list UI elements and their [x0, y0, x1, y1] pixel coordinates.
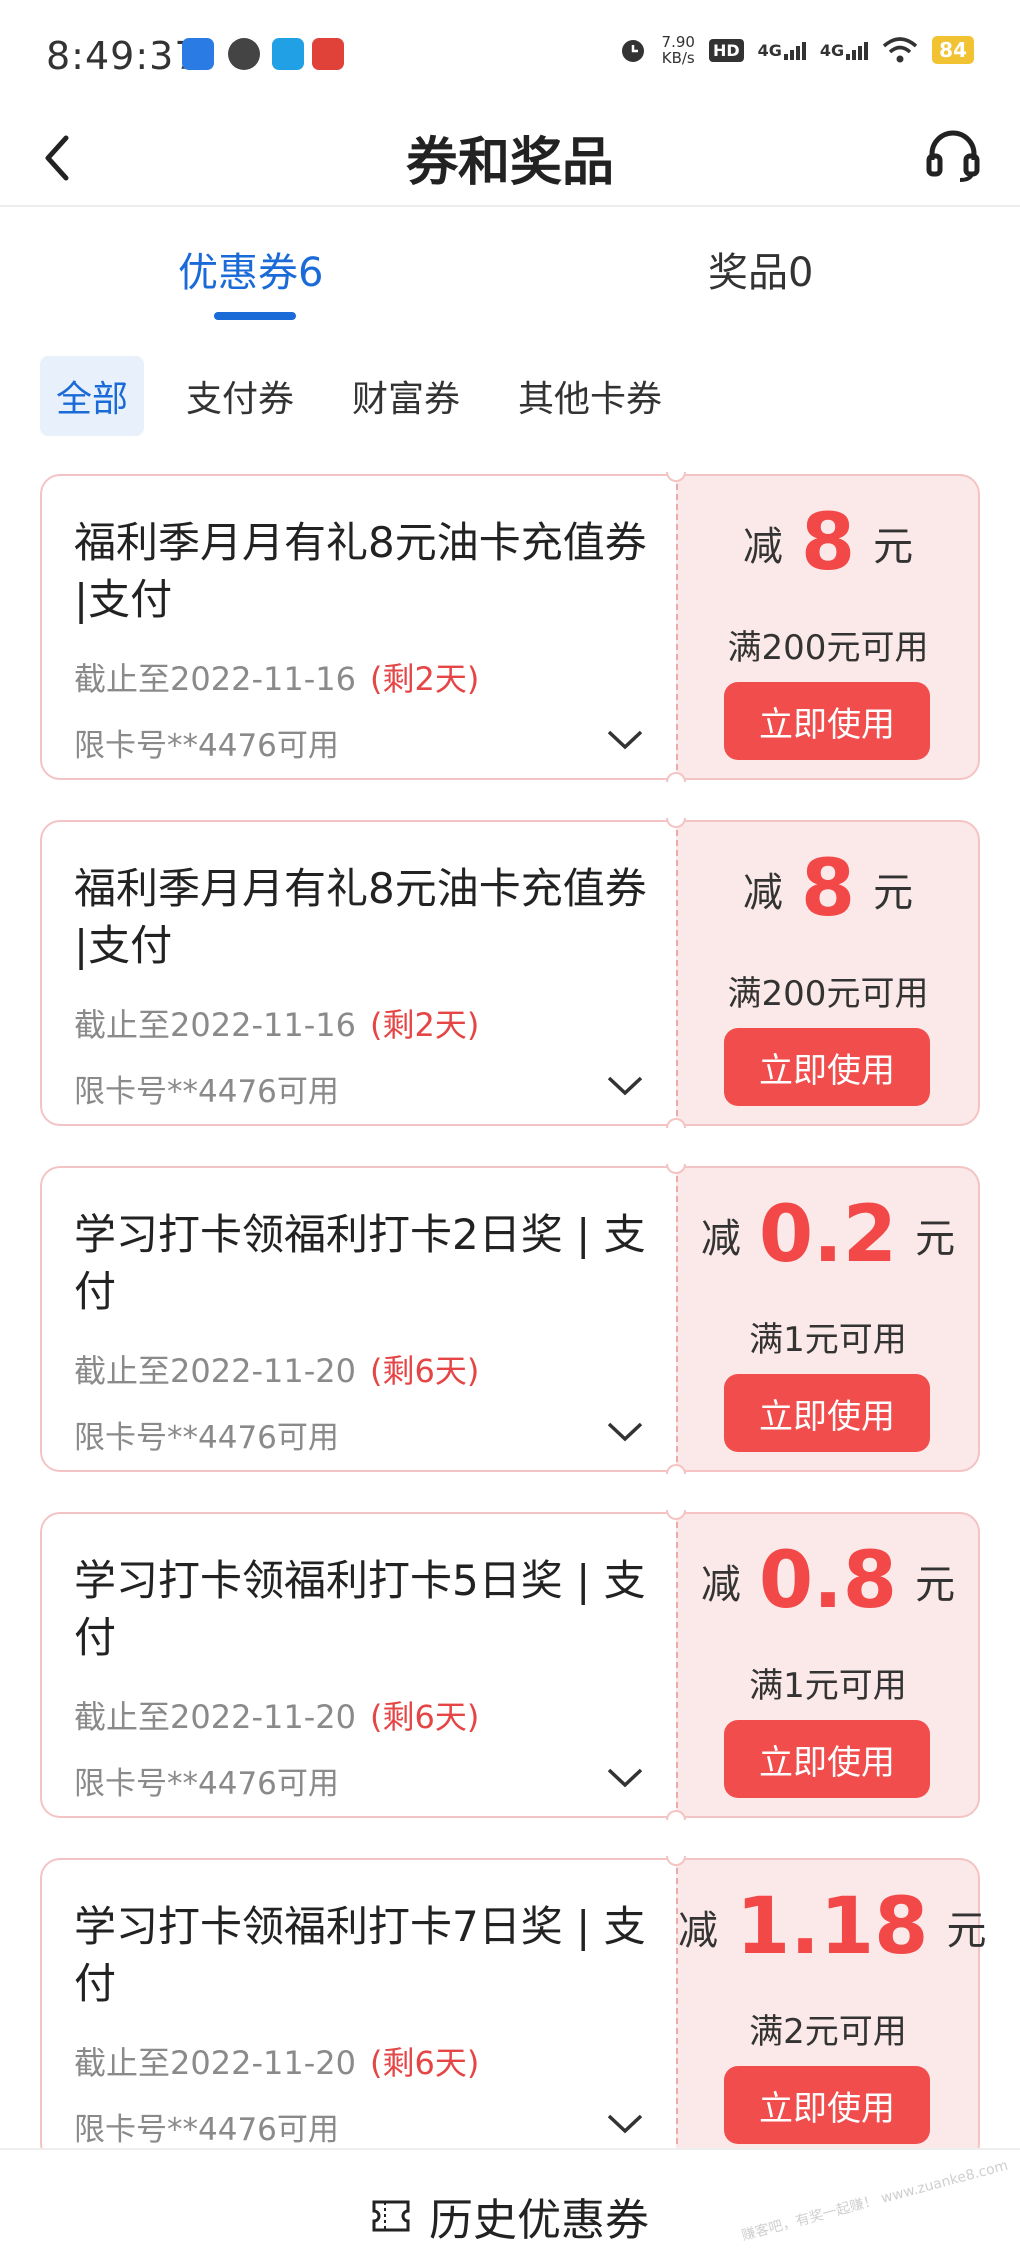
filter-all[interactable]: 全部	[40, 356, 145, 436]
headset-icon[interactable]	[924, 126, 982, 184]
coupon-expiry: 截止至2022-11-20 (剩6天)	[74, 1698, 480, 1736]
chevron-down-icon[interactable]	[606, 1420, 644, 1444]
coupon-remaining: (剩2天)	[369, 660, 480, 698]
chevron-down-icon[interactable]	[606, 1074, 644, 1098]
coupon-expiry: 截止至2022-11-16 (剩2天)	[74, 660, 480, 698]
app-icon-2	[228, 38, 260, 70]
coupon-amount: 减8元	[742, 844, 914, 934]
coupon-expiry: 截止至2022-11-20 (剩6天)	[74, 1352, 480, 1390]
alarm-icon	[621, 40, 644, 62]
coupon-amount: 减8元	[742, 498, 914, 588]
coupon-value: 减 0.8 元 满1元可用 立即使用	[676, 1512, 980, 1818]
use-now-button[interactable]: 立即使用	[724, 2066, 930, 2144]
coupon-title: 学习打卡领福利打卡7日奖 | 支付	[74, 1902, 646, 2008]
coupon-card: 福利季月月有礼8元油卡充值券 |支付 截止至2022-11-16 (剩2天) 限卡…	[40, 818, 980, 1128]
filter-other-cards[interactable]: 其他卡券	[502, 356, 678, 436]
coupon-expiry: 截止至2022-11-20 (剩6天)	[74, 2044, 480, 2082]
coupon-title: 学习打卡领福利打卡2日奖 | 支付	[74, 1210, 646, 1316]
coupon-value: 减 1.18 元 满2元可用 立即使用	[676, 1858, 987, 2164]
coupon-condition: 满2元可用	[749, 2012, 907, 2052]
coupon-title: 福利季月月有礼8元油卡充值券 |支付	[74, 864, 647, 970]
coupon-condition: 满1元可用	[749, 1320, 907, 1360]
signal-icon-2: 4G	[820, 40, 869, 60]
status-time: 8:49:37	[46, 34, 200, 78]
coupon-card: 学习打卡领福利打卡2日奖 | 支付 截止至2022-11-20 (剩6天) 限卡号…	[40, 1164, 980, 1474]
page-title: 券和奖品	[405, 133, 614, 193]
bottom-bar: 历史优惠券 赚客吧，有奖一起赚！ www.zuanke8.com	[0, 2148, 1020, 2267]
tab-prizes[interactable]: 奖品0	[708, 240, 813, 298]
coupon-info: 学习打卡领福利打卡7日奖 | 支付 截止至2022-11-20 (剩6天) 限卡号…	[40, 1858, 676, 2164]
coupon-card-limit: 限卡号**4476可用	[74, 1766, 339, 1802]
signal-icon-1: 4G	[758, 40, 806, 60]
coupon-condition: 满200元可用	[727, 974, 929, 1014]
coupon-card: 学习打卡领福利打卡5日奖 | 支付 截止至2022-11-20 (剩6天) 限卡号…	[40, 1510, 980, 1820]
chevron-down-icon[interactable]	[606, 1766, 644, 1790]
ticket-icon	[372, 2200, 410, 2232]
coupon-condition: 满200元可用	[727, 628, 929, 668]
coupon-info: 福利季月月有礼8元油卡充值券 |支付 截止至2022-11-16 (剩2天) 限卡…	[40, 820, 676, 1126]
coupon-condition: 满1元可用	[749, 1666, 907, 1706]
coupon-card-limit: 限卡号**4476可用	[74, 1420, 339, 1456]
coupon-card: 学习打卡领福利打卡7日奖 | 支付 截止至2022-11-20 (剩6天) 限卡号…	[40, 1856, 987, 2166]
coupon-title: 学习打卡领福利打卡5日奖 | 支付	[74, 1556, 646, 1662]
coupon-info: 学习打卡领福利打卡5日奖 | 支付 截止至2022-11-20 (剩6天) 限卡号…	[40, 1512, 676, 1818]
coupon-remaining: (剩6天)	[369, 1352, 480, 1390]
coupon-info: 学习打卡领福利打卡2日奖 | 支付 截止至2022-11-20 (剩6天) 限卡号…	[40, 1166, 676, 1472]
history-coupons-label: 历史优惠券	[429, 2195, 649, 2246]
battery-level: 84	[932, 36, 974, 64]
chevron-down-icon[interactable]	[606, 2112, 644, 2136]
coupon-title: 福利季月月有礼8元油卡充值券 |支付	[74, 518, 647, 624]
coupon-value: 减 0.2 元 满1元可用 立即使用	[676, 1166, 980, 1472]
filter-payment[interactable]: 支付券	[170, 356, 310, 436]
tab-indicator	[214, 312, 296, 320]
hd-badge: HD	[708, 38, 744, 62]
coupon-remaining: (剩6天)	[369, 2044, 480, 2082]
coupon-remaining: (剩6天)	[369, 1698, 480, 1736]
app-icon-3	[272, 38, 304, 70]
coupon-card-limit: 限卡号**4476可用	[74, 728, 339, 764]
coupon-info: 福利季月月有礼8元油卡充值券 |支付 截止至2022-11-16 (剩2天) 限卡…	[40, 474, 676, 780]
use-now-button[interactable]: 立即使用	[724, 1720, 930, 1798]
coupon-card: 福利季月月有礼8元油卡充值券 |支付 截止至2022-11-16 (剩2天) 限卡…	[40, 472, 980, 782]
filter-wealth[interactable]: 财富券	[336, 356, 476, 436]
coupon-amount: 减 0.8 元	[700, 1536, 956, 1626]
chevron-down-icon[interactable]	[606, 728, 644, 752]
coupon-value: 减8元 满200元可用 立即使用	[676, 474, 980, 780]
coupon-remaining: (剩2天)	[369, 1006, 480, 1044]
coupon-card-limit: 限卡号**4476可用	[74, 1074, 339, 1110]
app-icon-1	[182, 38, 214, 70]
net-speed: 7.90 KB/s	[661, 33, 695, 67]
coupon-value: 减8元 满200元可用 立即使用	[676, 820, 980, 1126]
coupon-expiry: 截止至2022-11-16 (剩2天)	[74, 1006, 480, 1044]
nav-bar: 券和奖品	[0, 110, 1020, 207]
coupon-card-limit: 限卡号**4476可用	[74, 2112, 339, 2148]
coupon-amount: 减 1.18 元	[678, 1882, 987, 1972]
use-now-button[interactable]: 立即使用	[724, 682, 930, 760]
app-icon-4	[312, 38, 344, 70]
wifi-icon	[883, 37, 918, 63]
tab-coupons[interactable]: 优惠券6	[178, 240, 323, 298]
use-now-button[interactable]: 立即使用	[724, 1374, 930, 1452]
use-now-button[interactable]: 立即使用	[724, 1028, 930, 1106]
coupon-amount: 减 0.2 元	[700, 1190, 956, 1280]
status-bar: 8:49:37 7.90 KB/s HD 4G 4G 84	[0, 0, 1020, 110]
filter-bar: 全部 支付券 财富券 其他卡券	[40, 356, 678, 436]
